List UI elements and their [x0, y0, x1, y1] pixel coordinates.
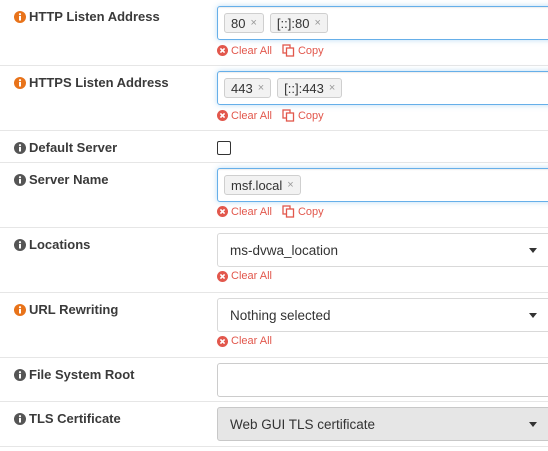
- info-icon[interactable]: [14, 76, 26, 89]
- https-listen-address-input[interactable]: 443 × [::]:443 ×: [217, 71, 548, 105]
- remove-token-icon[interactable]: ×: [250, 17, 256, 29]
- remove-token-icon[interactable]: ×: [287, 179, 293, 191]
- default-server-checkbox[interactable]: [217, 141, 231, 155]
- clear-icon: [217, 110, 228, 121]
- copy-button[interactable]: Copy: [282, 44, 324, 57]
- clear-all-button[interactable]: Clear All: [217, 335, 272, 347]
- token-text: 80: [231, 15, 246, 31]
- clear-all-label: Clear All: [231, 270, 272, 282]
- url-rewriting-actions: Clear All: [217, 335, 282, 347]
- copy-label: Copy: [297, 44, 324, 57]
- remove-token-icon[interactable]: ×: [258, 82, 264, 94]
- clear-all-button[interactable]: Clear All: [217, 45, 272, 57]
- chevron-down-icon: [529, 248, 537, 253]
- token-text: 443: [231, 80, 253, 96]
- chevron-down-icon: [529, 313, 537, 318]
- field-label: URL Rewriting: [14, 302, 118, 317]
- clear-all-button[interactable]: Clear All: [217, 206, 272, 218]
- chevron-down-icon: [529, 422, 537, 427]
- field-label-text: Default Server: [29, 140, 118, 155]
- token: [::]:443 ×: [277, 78, 343, 98]
- field-label: HTTPS Listen Address: [14, 75, 169, 90]
- field-label-text: HTTP Listen Address: [29, 9, 160, 24]
- file-system-root-input[interactable]: [217, 363, 548, 397]
- copy-button[interactable]: Copy: [282, 109, 324, 122]
- field-label: HTTP Listen Address: [14, 9, 160, 24]
- clear-all-button[interactable]: Clear All: [217, 110, 272, 122]
- select-value: ms-dvwa_location: [230, 242, 339, 258]
- clear-all-label: Clear All: [231, 205, 272, 218]
- token-text: [::]:443: [284, 80, 324, 96]
- field-label-text: URL Rewriting: [29, 302, 119, 317]
- tls-certificate-select[interactable]: Web GUI TLS certificate: [217, 407, 548, 441]
- remove-token-icon[interactable]: ×: [314, 17, 320, 29]
- url-rewriting-select[interactable]: Nothing selected: [217, 298, 548, 332]
- field-label: TLS Certificate: [14, 411, 121, 426]
- copy-icon: [282, 205, 295, 218]
- clear-all-button[interactable]: Clear All: [217, 270, 272, 282]
- info-icon[interactable]: [14, 303, 26, 316]
- clear-all-label: Clear All: [231, 109, 272, 122]
- copy-label: Copy: [297, 109, 324, 122]
- field-label-text: Locations: [29, 237, 91, 252]
- locations-select[interactable]: ms-dvwa_location: [217, 233, 548, 267]
- field-label-text: File System Root: [29, 367, 135, 382]
- clear-all-label: Clear All: [231, 335, 272, 347]
- http-listen-address-actions: Clear All Copy: [217, 44, 334, 57]
- row-divider: [0, 446, 548, 447]
- remove-token-icon[interactable]: ×: [329, 82, 335, 94]
- clear-icon: [217, 206, 228, 217]
- field-label: Default Server: [14, 140, 117, 155]
- copy-icon: [282, 44, 295, 57]
- server-name-actions: Clear All Copy: [217, 205, 334, 218]
- clear-icon: [217, 45, 228, 56]
- select-value: Web GUI TLS certificate: [230, 416, 376, 432]
- clear-icon: [217, 270, 228, 282]
- token: msf.local ×: [224, 175, 301, 195]
- info-icon[interactable]: [14, 368, 26, 381]
- row-default-server: Default Server: [0, 130, 548, 163]
- info-icon[interactable]: [14, 412, 26, 425]
- token-text: msf.local: [231, 177, 283, 193]
- server-name-input[interactable]: msf.local ×: [217, 168, 548, 202]
- field-label: File System Root: [14, 367, 134, 382]
- token: [::]:80 ×: [269, 13, 328, 33]
- copy-icon: [282, 109, 295, 122]
- locations-actions: Clear All: [217, 270, 282, 282]
- info-icon[interactable]: [14, 10, 26, 23]
- info-icon[interactable]: [14, 173, 26, 186]
- select-value: Nothing selected: [230, 307, 331, 323]
- https-listen-address-actions: Clear All Copy: [217, 109, 334, 122]
- token-text: [::]:80: [276, 15, 310, 31]
- clear-all-label: Clear All: [231, 44, 272, 57]
- clear-icon: [217, 335, 228, 347]
- field-label: Locations: [14, 237, 90, 252]
- field-label-text: Server Name: [29, 172, 109, 187]
- http-listen-address-input[interactable]: 80 × [::]:80 ×: [217, 6, 548, 40]
- copy-button[interactable]: Copy: [282, 205, 324, 218]
- server-settings-form: HTTP Listen Address 80 × [::]:80 × Clear A…: [0, 0, 548, 451]
- field-label-text: HTTPS Listen Address: [29, 75, 169, 90]
- token: 443 ×: [224, 78, 272, 98]
- copy-label: Copy: [297, 205, 324, 218]
- field-label-text: TLS Certificate: [29, 411, 121, 426]
- info-icon[interactable]: [14, 141, 26, 154]
- info-icon[interactable]: [14, 238, 26, 251]
- token: 80 ×: [224, 13, 264, 33]
- field-label: Server Name: [14, 172, 109, 187]
